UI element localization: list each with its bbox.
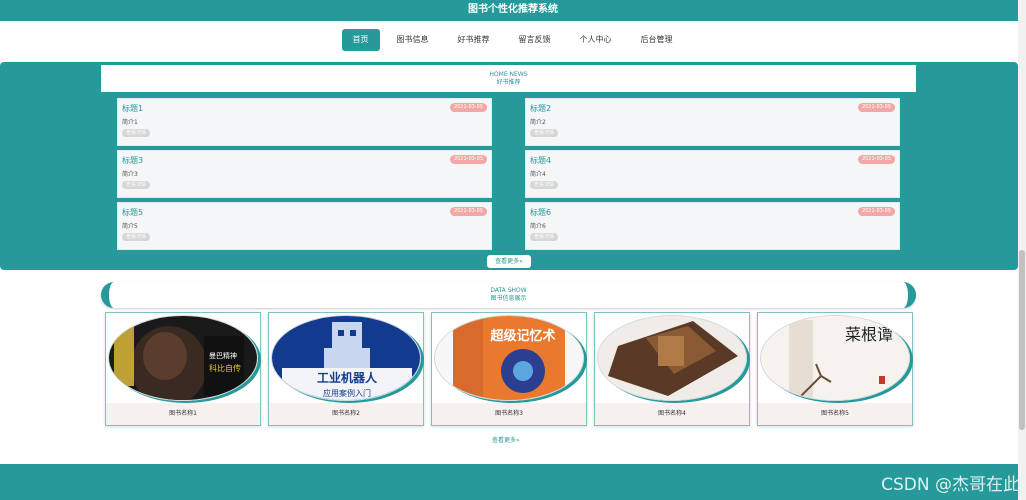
news-card[interactable]: 标题2 2021-03-05 简介2 查看详情 bbox=[525, 98, 900, 146]
detail-button[interactable]: 查看详情 bbox=[530, 181, 559, 189]
detail-button[interactable]: 查看详情 bbox=[122, 129, 151, 137]
news-title[interactable]: 标题6 bbox=[530, 207, 551, 218]
news-section-en: HOME NEWS bbox=[489, 71, 528, 78]
date-badge: 2021-03-05 bbox=[857, 207, 895, 216]
news-card[interactable]: 标题5 2021-03-05 简介5 查看详情 bbox=[117, 202, 492, 250]
nav-user-center[interactable]: 个人中心 bbox=[568, 29, 624, 51]
book-cover-image[interactable]: 超级记忆术 bbox=[434, 315, 584, 401]
book-cover-image[interactable] bbox=[597, 315, 747, 401]
detail-button[interactable]: 查看详情 bbox=[122, 181, 151, 189]
book-cover-image[interactable]: 菜根谭 bbox=[760, 315, 910, 401]
news-title[interactable]: 标题5 bbox=[122, 207, 143, 218]
data-section-header: DATA SHOW 图书信息展示 bbox=[101, 282, 916, 308]
news-desc: 简介4 bbox=[530, 171, 546, 178]
site-title: 图书个性化推荐系统 bbox=[468, 4, 558, 15]
detail-button[interactable]: 查看详情 bbox=[122, 233, 151, 241]
news-card[interactable]: 标题4 2021-03-05 简介4 查看详情 bbox=[525, 150, 900, 198]
book1-cover-line2: 科比自传 bbox=[209, 363, 241, 373]
news-card[interactable]: 标题3 2021-03-05 简介3 查看详情 bbox=[117, 150, 492, 198]
date-badge: 2021-03-05 bbox=[449, 103, 487, 112]
news-title[interactable]: 标题1 bbox=[122, 103, 143, 114]
nav-feedback[interactable]: 留言反馈 bbox=[507, 29, 563, 51]
book1-cover-line1: 曼巴精神 bbox=[209, 351, 237, 360]
news-section-header: HOME NEWS 好书推荐 bbox=[101, 65, 916, 92]
news-more-button[interactable]: 查看更多» bbox=[487, 255, 531, 268]
book-cover-image[interactable]: 曼巴精神 科比自传 bbox=[108, 315, 258, 401]
news-desc: 简介5 bbox=[122, 223, 138, 230]
news-title[interactable]: 标题3 bbox=[122, 155, 143, 166]
data-section-en: DATA SHOW bbox=[490, 287, 527, 294]
news-section: HOME NEWS 好书推荐 标题1 2021-03-05 简介1 查看详情 标… bbox=[0, 62, 1018, 270]
book-name[interactable]: 图书名称3 bbox=[432, 403, 586, 425]
nav-recommend[interactable]: 好书推荐 bbox=[446, 29, 502, 51]
nav-home[interactable]: 首页 bbox=[341, 29, 380, 51]
book-name[interactable]: 图书名称2 bbox=[269, 403, 423, 425]
book-cover-image[interactable]: 工业机器人 应用案例入门 bbox=[271, 315, 421, 401]
book-card[interactable]: 图书名称4 bbox=[594, 312, 750, 426]
date-badge: 2021-03-05 bbox=[857, 155, 895, 164]
book5-cover-title: 菜根谭 bbox=[845, 325, 893, 344]
detail-button[interactable]: 查看详情 bbox=[530, 233, 559, 241]
book2-cover-title: 工业机器人 bbox=[317, 370, 378, 385]
page-scrollbar[interactable] bbox=[1018, 0, 1026, 500]
books-more-link[interactable]: 查看更多» bbox=[492, 435, 520, 444]
book-name[interactable]: 图书名称1 bbox=[106, 403, 260, 425]
data-section-zh: 图书信息展示 bbox=[490, 295, 527, 302]
news-title[interactable]: 标题4 bbox=[530, 155, 551, 166]
scrollbar-thumb[interactable] bbox=[1019, 250, 1025, 430]
nav-book-info[interactable]: 图书信息 bbox=[385, 29, 441, 51]
date-badge: 2021-03-05 bbox=[449, 155, 487, 164]
book-card[interactable]: 菜根谭 图书名称5 bbox=[757, 312, 913, 426]
book3-cover-title: 超级记忆术 bbox=[490, 328, 555, 344]
news-desc: 简介6 bbox=[530, 223, 546, 230]
book-name[interactable]: 图书名称5 bbox=[758, 403, 912, 425]
date-badge: 2021-03-05 bbox=[857, 103, 895, 112]
book2-cover-subtitle: 应用案例入门 bbox=[323, 388, 371, 398]
news-desc: 简介2 bbox=[530, 119, 546, 126]
watermark: CSDN @杰哥在此 bbox=[881, 475, 1020, 495]
detail-button[interactable]: 查看详情 bbox=[530, 129, 559, 137]
news-title[interactable]: 标题2 bbox=[530, 103, 551, 114]
news-section-zh: 好书推荐 bbox=[496, 79, 521, 86]
news-desc: 简介3 bbox=[122, 171, 138, 178]
news-card[interactable]: 标题1 2021-03-05 简介1 查看详情 bbox=[117, 98, 492, 146]
nav-admin[interactable]: 后台管理 bbox=[629, 29, 685, 51]
book-card[interactable]: 工业机器人 应用案例入门 图书名称2 bbox=[268, 312, 424, 426]
news-card[interactable]: 标题6 2021-03-05 简介6 查看详情 bbox=[525, 202, 900, 250]
main-nav: 首页 图书信息 好书推荐 留言反馈 个人中心 后台管理 bbox=[0, 29, 1026, 51]
book-card[interactable]: 曼巴精神 科比自传 图书名称1 bbox=[105, 312, 261, 426]
news-desc: 简介1 bbox=[122, 119, 138, 126]
site-title-bar: 图书个性化推荐系统 bbox=[0, 0, 1026, 21]
footer bbox=[0, 464, 1018, 500]
book-card[interactable]: 超级记忆术 图书名称3 bbox=[431, 312, 587, 426]
book-name[interactable]: 图书名称4 bbox=[595, 403, 749, 425]
date-badge: 2021-03-05 bbox=[449, 207, 487, 216]
